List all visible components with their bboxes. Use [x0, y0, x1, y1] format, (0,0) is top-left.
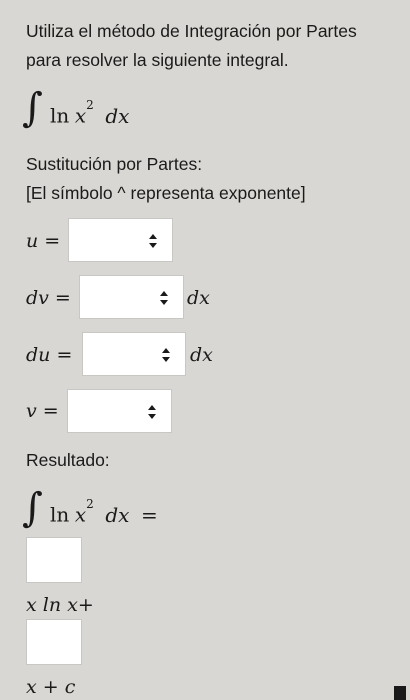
dv-dropdown[interactable] [79, 275, 184, 319]
u-label: u = [26, 230, 61, 252]
du-dropdown[interactable] [82, 332, 186, 376]
exponent-note: [El símbolo ^ representa exponente] [26, 183, 306, 203]
answer-input-1[interactable] [26, 537, 82, 583]
dv-label: dv = [26, 287, 71, 309]
integrand-exponent: 2 [86, 98, 94, 112]
ln-function: ln [50, 103, 70, 128]
integrand-variable: x [74, 103, 87, 128]
integral-sign: ∫ [22, 85, 43, 131]
instruction-line-2: para resolver la siguiente integral. [26, 50, 289, 70]
result-heading: Resultado: [26, 450, 110, 470]
v-dropdown[interactable] [67, 389, 172, 433]
result-term-2: x + c [26, 676, 76, 698]
updown-chevron-icon [162, 348, 170, 362]
u-dropdown[interactable] [68, 218, 173, 262]
integral-sign: ∫ [22, 485, 43, 531]
du-label: du = [26, 344, 73, 366]
scroll-indicator [394, 686, 406, 700]
differential: dx [105, 103, 130, 128]
substitution-heading: Sustitución por Partes: [26, 154, 203, 174]
dv-dx: dx [187, 287, 210, 309]
du-dx: dx [190, 344, 213, 366]
updown-chevron-icon [160, 291, 168, 305]
answer-input-2[interactable] [26, 619, 82, 665]
integrand-exponent: 2 [86, 497, 94, 511]
instruction-line-1: Utiliza el método de Integración por Par… [26, 21, 357, 41]
updown-chevron-icon [148, 405, 156, 419]
result-term-1: x ln x+ [26, 594, 94, 616]
exercise-card: Utiliza el método de Integración por Par… [0, 0, 410, 700]
integrand-variable: x [74, 502, 87, 527]
equals-sign: = [140, 502, 158, 527]
v-label: v = [26, 400, 59, 422]
differential: dx [105, 502, 130, 527]
updown-chevron-icon [149, 234, 157, 248]
ln-function: ln [50, 502, 70, 527]
